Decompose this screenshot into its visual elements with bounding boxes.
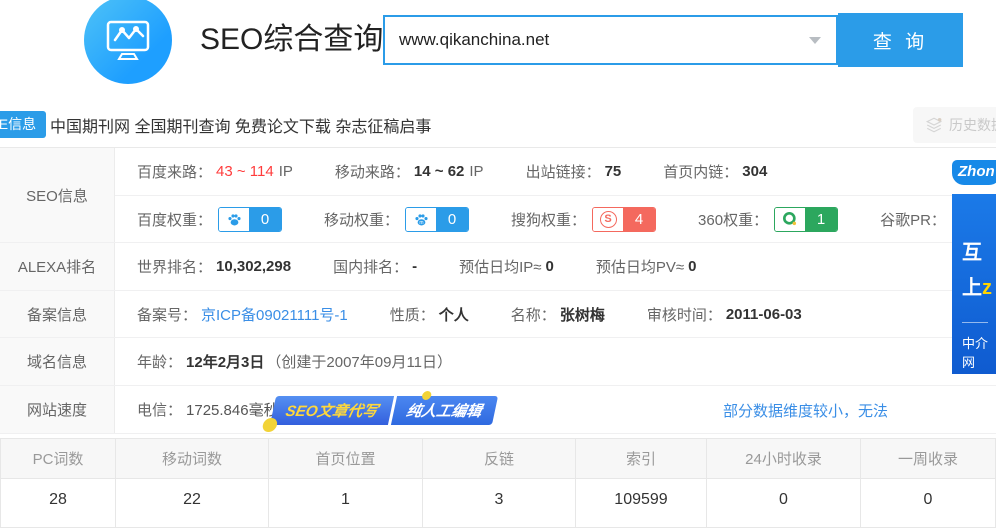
est-daily-ip: 预估日均IP≈ 0: [459, 256, 554, 277]
row-label-speed: 网站速度: [0, 386, 115, 433]
mobile-visits: 移动来路： 14 ~ 62 IP: [335, 161, 484, 182]
layers-icon: [925, 116, 943, 134]
homepage-inner-links: 首页内链： 304: [663, 161, 767, 182]
banner-divider: [962, 322, 988, 323]
keyword-stats-table: PC词数 28 移动词数 22 首页位置 1 反链 3 索引 109599 24…: [0, 438, 996, 528]
mobile-weight-badge[interactable]: m 0: [405, 207, 469, 232]
domestic-rank: 国内排名： -: [333, 256, 417, 277]
stats-col-week-included: 一周收录 0: [861, 439, 995, 527]
title-bar: TITLE信息 中国期刊网 全国期刊查询 免费论文下载 杂志征稿启事 历史数据: [0, 104, 996, 146]
seo-info-table: SEO信息 百度来路： 43 ~ 114 IP 移动来路： 14 ~ 62 IP…: [0, 147, 996, 434]
domain-age: 年龄： 12年2月3日 （创建于2007年09月11日）: [137, 351, 452, 372]
row-domain: 域名信息 年龄： 12年2月3日 （创建于2007年09月11日）: [0, 338, 996, 386]
monitor-chart-icon: [102, 16, 154, 64]
icp-name: 名称： 张树梅: [511, 304, 605, 325]
baidu-visits: 百度来路： 43 ~ 114 IP: [137, 161, 293, 182]
sogou-icon: S: [593, 208, 623, 231]
side-ad-banner[interactable]: Zhon 互 上z 中介网: [952, 150, 996, 378]
title-info-badge: TITLE信息: [0, 111, 46, 138]
shield-logo-icon: Zhon: [952, 160, 996, 185]
search-box: 查 询: [383, 13, 963, 69]
mobile-paw-icon: m: [406, 208, 436, 231]
sogou-weight-badge[interactable]: S 4: [592, 207, 656, 232]
banner-footer: 中介网: [962, 333, 996, 371]
icp-audit-time: 审核时间： 2011-06-03: [647, 304, 802, 325]
page-title: SEO综合查询: [200, 0, 383, 80]
baidu-paw-icon: [219, 208, 249, 231]
banner-line2: 上z: [962, 271, 996, 300]
data-note-text: 部分数据维度较小，无法: [723, 400, 888, 421]
header: SEO综合查询 查 询: [0, 0, 996, 92]
outbound-links: 出站链接： 75: [526, 161, 622, 182]
ad-left-label: SEO文章代写: [270, 396, 394, 425]
row-label-alexa: ALEXA排名: [0, 243, 115, 290]
banner-line1: 互: [962, 236, 996, 265]
baidu-weight-badge[interactable]: 0: [218, 207, 282, 232]
seo-traffic-subrow: 百度来路： 43 ~ 114 IP 移动来路： 14 ~ 62 IP 出站链接：…: [115, 148, 996, 195]
stats-col-backlinks: 反链 3: [423, 439, 576, 527]
ad-dot-icon: [261, 418, 278, 432]
stats-col-mobile-words: 移动词数 22: [116, 439, 269, 527]
dropdown-arrow-icon[interactable]: [809, 37, 821, 44]
icp-number: 备案号： 京ICP备09021111号-1: [137, 304, 348, 325]
ad-right-label: 纯人工编辑: [391, 396, 498, 425]
telecom-speed: 电信： 1725.846毫秒: [137, 399, 279, 420]
weight-360-badge[interactable]: 1: [774, 207, 838, 232]
world-rank: 世界排名： 10,302,298: [137, 256, 291, 277]
banner-body: 互 上z 中介网: [952, 194, 996, 374]
360-icon: [775, 208, 805, 231]
history-data-label: 历史数据: [949, 115, 996, 135]
stats-col-home-position: 首页位置 1: [269, 439, 423, 527]
est-daily-pv: 预估日均PV≈ 0: [596, 256, 697, 277]
mobile-weight: 移动权重： m 0: [324, 207, 469, 232]
seo-weight-subrow: 百度权重： 0 移动权重：: [115, 195, 996, 242]
row-seo-info: SEO信息 百度来路： 43 ~ 114 IP 移动来路： 14 ~ 62 IP…: [0, 148, 996, 243]
svg-text:m: m: [419, 220, 423, 226]
weight-360: 360权重： 1: [698, 207, 838, 232]
row-icp: 备案信息 备案号： 京ICP备09021111号-1 性质： 个人 名称： 张树…: [0, 291, 996, 338]
site-title-text: 中国期刊网 全国期刊查询 免费论文下载 杂志征稿启事: [50, 113, 431, 137]
stats-col-index: 索引 109599: [576, 439, 707, 527]
banner-logo: Zhon: [952, 150, 996, 194]
query-button[interactable]: 查 询: [838, 13, 963, 67]
row-speed: 网站速度 电信： 1725.846毫秒 SEO文章代写 纯人工编辑 部分数据维度…: [0, 386, 996, 434]
ad-seo-writing-badge[interactable]: SEO文章代写 纯人工编辑: [270, 396, 498, 425]
baidu-weight: 百度权重： 0: [137, 207, 282, 232]
row-label-seo: SEO信息: [0, 148, 115, 242]
history-data-button[interactable]: 历史数据: [913, 107, 996, 143]
row-label-icp: 备案信息: [0, 291, 115, 337]
url-input[interactable]: [383, 15, 838, 65]
sogou-weight: 搜狗权重： S 4: [511, 207, 656, 232]
stats-col-pc-words: PC词数 28: [1, 439, 116, 527]
icp-number-link[interactable]: 京ICP备09021111号-1: [201, 304, 348, 325]
icp-nature: 性质： 个人: [390, 304, 469, 325]
stats-col-24h-included: 24小时收录 0: [707, 439, 861, 527]
row-label-domain: 域名信息: [0, 338, 115, 385]
row-alexa: ALEXA排名 世界排名： 10,302,298 国内排名： - 预估日均IP≈…: [0, 243, 996, 291]
site-logo: [84, 0, 172, 84]
